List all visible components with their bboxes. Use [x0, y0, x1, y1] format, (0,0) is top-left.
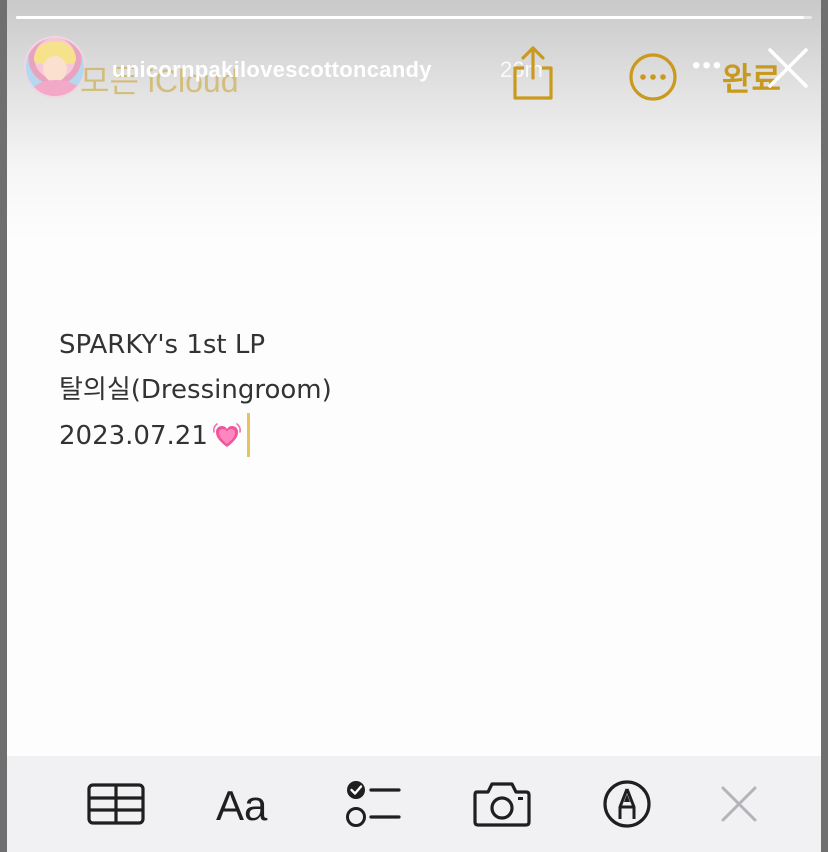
more-circle-icon[interactable]	[628, 52, 678, 102]
camera-icon[interactable]	[472, 780, 532, 828]
avatar-body	[32, 80, 80, 96]
avatar-face	[43, 56, 67, 82]
close-keyboard-icon[interactable]	[719, 784, 759, 824]
story-progress-fill	[16, 16, 805, 19]
note-line-text: 2023.07.21	[59, 421, 208, 451]
note-line: 탈의실(Dressingroom)	[59, 375, 332, 405]
checklist-icon[interactable]	[344, 778, 402, 830]
avatar[interactable]	[24, 36, 86, 98]
story-progress-bar	[16, 16, 812, 19]
story-more-icon[interactable]: •••	[692, 54, 723, 78]
heart-icon	[212, 423, 241, 447]
note-line: SPARKY's 1st LP	[59, 330, 266, 360]
note-line-date: 2023.07.21	[59, 413, 332, 459]
note-body[interactable]: SPARKY's 1st LP 탈의실(Dressingroom) 2023.0…	[59, 323, 332, 459]
table-icon[interactable]	[86, 781, 146, 827]
close-icon[interactable]	[766, 46, 810, 90]
story-username[interactable]: unicornpakilovescottoncandy	[112, 57, 432, 83]
text-cursor	[246, 413, 250, 457]
format-text-button[interactable]: Aa	[216, 782, 267, 830]
markup-pen-icon[interactable]	[601, 778, 653, 830]
share-icon[interactable]	[510, 44, 556, 102]
